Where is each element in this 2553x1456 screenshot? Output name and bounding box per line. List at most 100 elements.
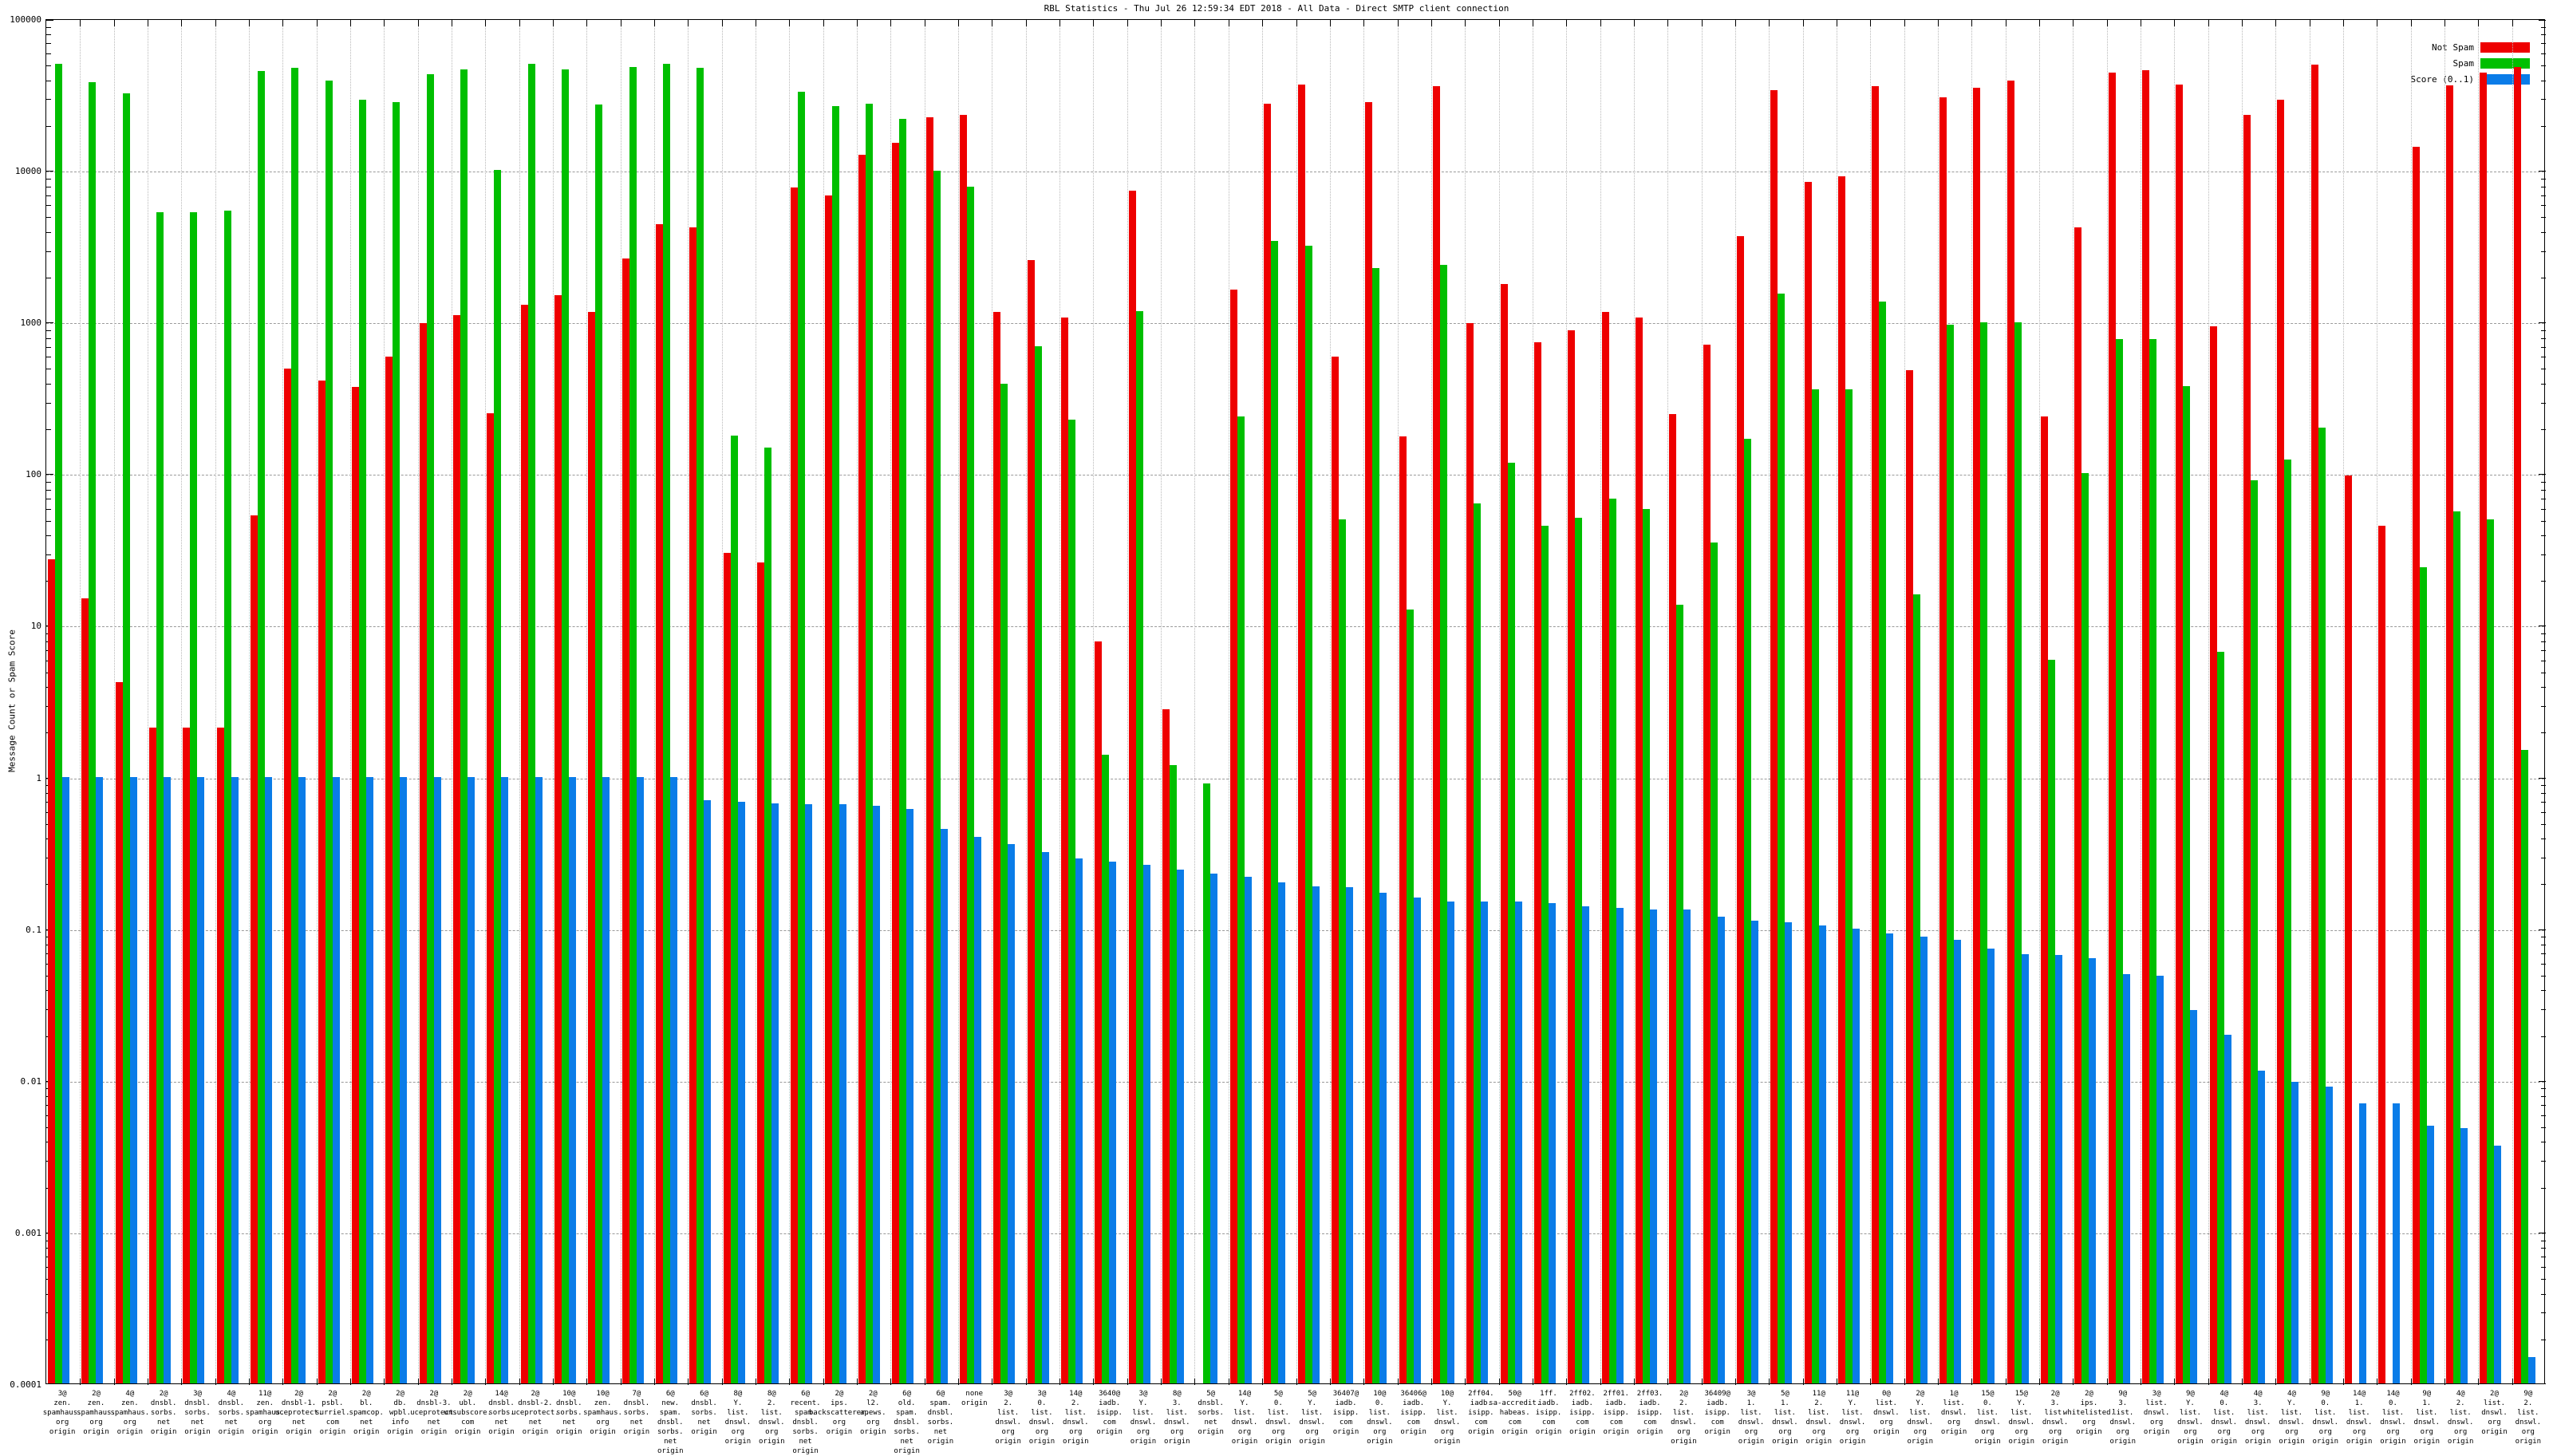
bar-spam <box>1339 519 1346 1383</box>
y-minor-tick <box>46 554 51 555</box>
y-major-tick <box>2539 1081 2546 1082</box>
x-tick-label: 10@zen.spamhaus.orgorigin <box>583 1389 622 1437</box>
x-gridline <box>1194 20 1195 1383</box>
bar-spam <box>2183 386 2190 1383</box>
y-minor-tick <box>2541 179 2546 180</box>
x-tick <box>1702 20 1703 26</box>
x-tick <box>2444 1379 2445 1385</box>
bar-not-spam <box>1669 414 1676 1383</box>
y-minor-tick <box>2541 251 2546 252</box>
bar-spam <box>2453 511 2460 1383</box>
y-minor-tick <box>2541 793 2546 794</box>
x-tick-label: 9@Y.list.dnswl.orgorigin <box>2177 1389 2204 1446</box>
bar-spam <box>2521 750 2528 1383</box>
bar-not-spam <box>1973 88 1980 1383</box>
bar-score <box>1245 877 1252 1383</box>
x-tick-label: 5@1.list.dnswl.orgorigin <box>1772 1389 1798 1446</box>
x-tick <box>2512 1379 2513 1385</box>
bar-score <box>637 777 644 1383</box>
bar-spam <box>1102 755 1109 1383</box>
bar-score <box>1481 902 1488 1383</box>
y-minor-tick <box>2541 1267 2546 1268</box>
x-tick-label: 10@Y.list.dnswl.orgorigin <box>1434 1389 1461 1446</box>
legend-label: Score (0..1) <box>2411 74 2474 85</box>
x-gridline <box>2343 20 2344 1383</box>
bar-not-spam <box>2480 73 2487 1383</box>
legend-swatch <box>2480 58 2530 69</box>
x-tick <box>1904 20 1905 26</box>
x-tick-label: 15@Y.list.dnswl.orgorigin <box>2008 1389 2034 1446</box>
bar-not-spam <box>1872 86 1879 1383</box>
bar-score <box>2089 958 2096 1383</box>
y-minor-tick <box>2541 641 2546 642</box>
y-minor-tick <box>46 535 51 536</box>
x-tick <box>722 1379 723 1385</box>
bar-score <box>1346 887 1353 1383</box>
y-minor-tick <box>2541 1294 2546 1295</box>
y-minor-tick <box>2541 1096 2546 1097</box>
x-tick <box>1398 20 1399 26</box>
x-tick <box>2242 1379 2243 1385</box>
bar-spam <box>1778 294 1785 1383</box>
x-tick-label: 3@Y.list.dnswl.orgorigin <box>1131 1389 1157 1446</box>
bar-spam <box>123 93 130 1383</box>
plot-area: Not SpamSpamScore (0..1) <box>45 19 2545 1384</box>
x-tick-label: 14@dnsbl.sorbs.netorigin <box>488 1389 515 1437</box>
x-tick-label: 14@Y.list.dnswl.orgorigin <box>1232 1389 1258 1446</box>
bar-not-spam <box>2210 326 2217 1383</box>
x-tick-label: 9@3.list.dnswl.orgorigin <box>2110 1389 2137 1446</box>
bar-not-spam <box>352 387 359 1383</box>
x-tick <box>958 20 959 26</box>
bar-not-spam <box>1332 357 1339 1383</box>
y-minor-tick <box>2541 838 2546 839</box>
bar-not-spam <box>385 357 393 1383</box>
bar-score <box>400 777 407 1383</box>
bar-spam <box>1136 311 1143 1383</box>
x-gridline <box>2444 20 2445 1383</box>
x-tick <box>2208 20 2209 26</box>
x-tick <box>282 1379 283 1385</box>
x-gridline <box>823 20 824 1383</box>
x-tick <box>1262 20 1263 26</box>
bar-score <box>2190 1010 2197 1383</box>
y-tick-label: 1 <box>0 773 41 783</box>
y-major-tick <box>2539 474 2546 475</box>
x-gridline <box>181 20 182 1383</box>
bar-not-spam <box>858 155 866 1383</box>
x-tick-label: 11@Y.list.dnswl.orgorigin <box>1840 1389 1866 1446</box>
x-gridline <box>1870 20 1871 1383</box>
y-minor-tick <box>2541 554 2546 555</box>
bar-score <box>333 777 340 1383</box>
x-tick-label: 2@psbl.surriel.comorigin <box>315 1389 349 1437</box>
x-tick <box>1262 1379 1263 1385</box>
bar-spam <box>1203 783 1210 1383</box>
bar-score <box>2494 1146 2501 1383</box>
bar-not-spam <box>724 553 731 1383</box>
bar-spam <box>1575 518 1582 1383</box>
bar-spam <box>731 436 738 1383</box>
x-tick <box>1465 1379 1466 1385</box>
x-tick-label: 3@list.dnswl.orgorigin <box>2144 1389 2170 1437</box>
x-tick <box>586 1379 587 1385</box>
y-major-tick <box>2539 322 2546 323</box>
x-tick <box>2039 20 2040 26</box>
x-tick <box>1026 20 1027 26</box>
y-minor-tick <box>2541 535 2546 536</box>
y-minor-tick <box>2541 976 2546 977</box>
x-tick-label: 3@dnsbl.sorbs.netorigin <box>184 1389 211 1437</box>
y-minor-tick <box>2541 1088 2546 1089</box>
y-major-tick <box>46 1383 53 1384</box>
x-tick <box>181 1379 182 1385</box>
x-tick <box>282 20 283 26</box>
x-gridline <box>1702 20 1703 1383</box>
x-tick-label: 6@old.spam.dnsbl.sorbs.netorigin <box>894 1389 920 1456</box>
bar-score <box>501 777 508 1383</box>
x-tick <box>2478 20 2479 26</box>
x-tick-label: 2@l2.apews.orgorigin <box>860 1389 886 1437</box>
y-minor-tick <box>2541 1036 2546 1037</box>
bar-spam <box>832 106 839 1383</box>
bar-spam <box>1474 503 1481 1383</box>
y-minor-tick <box>46 384 51 385</box>
y-minor-tick <box>2541 53 2546 54</box>
x-tick <box>2343 1379 2344 1385</box>
